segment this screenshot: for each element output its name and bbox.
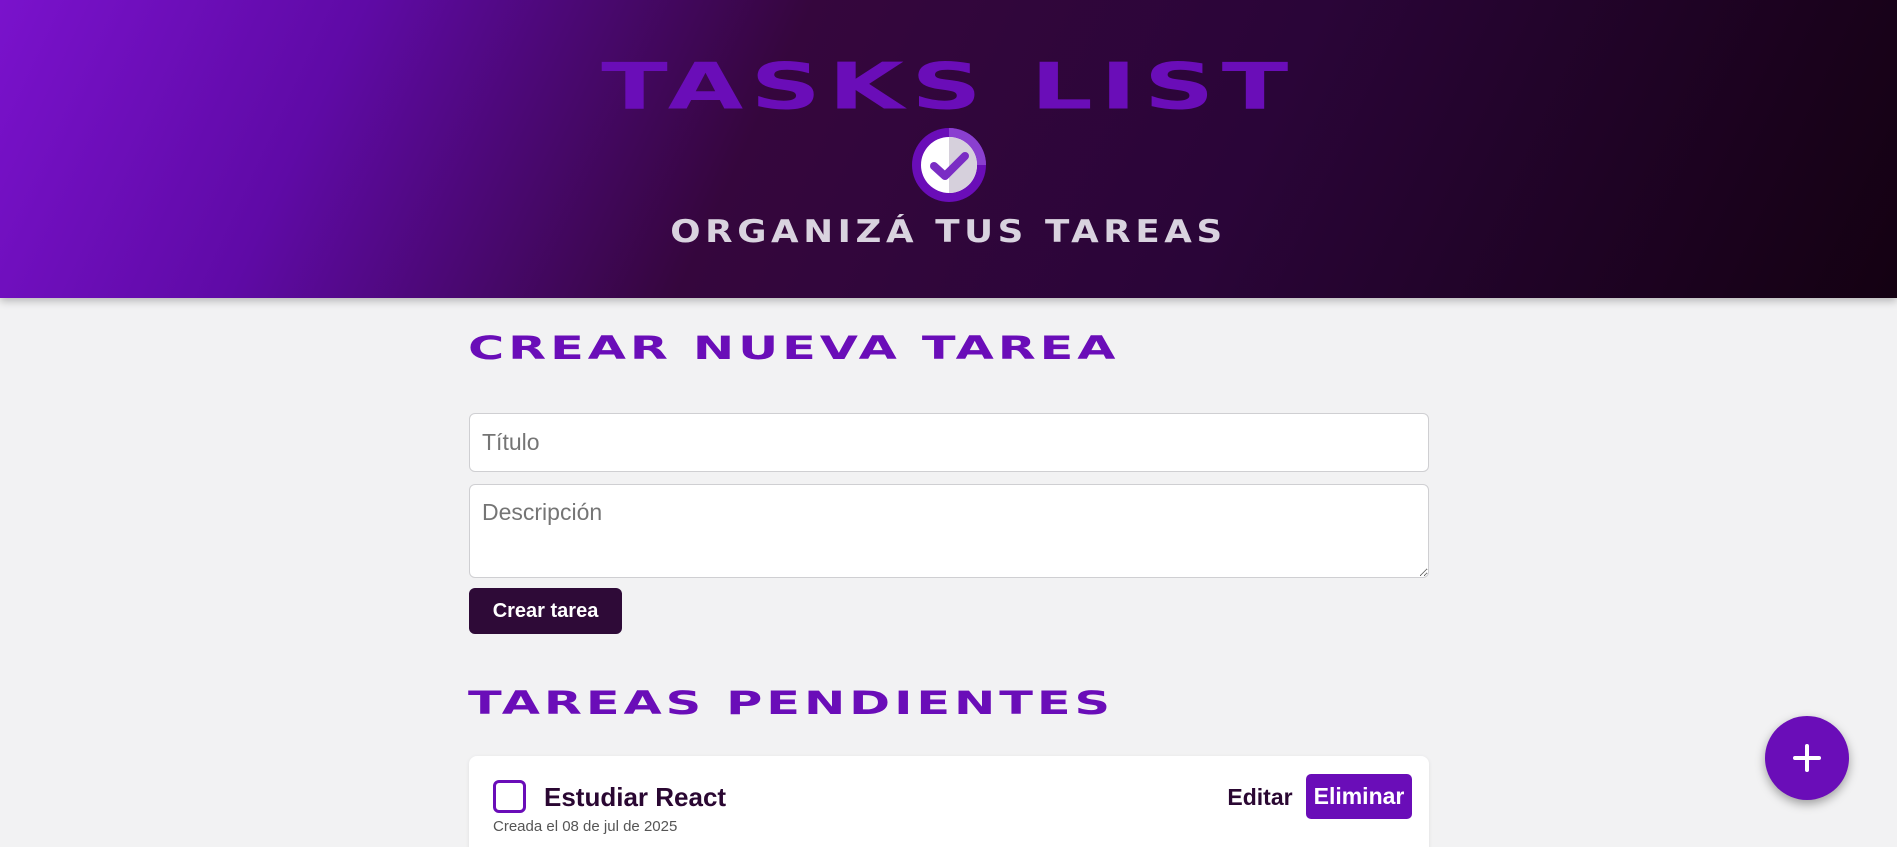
task-card: Estudiar React Creada el 08 de jul de 20… (469, 756, 1429, 847)
delete-task-button[interactable]: Eliminar (1306, 774, 1412, 819)
description-input[interactable] (469, 484, 1429, 578)
task-title: Estudiar React (544, 782, 727, 812)
task-created-date: Creada el 08 de jul de 2025 (493, 818, 678, 835)
task-complete-checkbox[interactable] (493, 780, 526, 813)
check-circle-icon (912, 128, 986, 202)
edit-task-button[interactable]: Editar (1220, 776, 1300, 819)
create-task-button[interactable]: Crear tarea (469, 588, 622, 634)
create-task-heading: CREAR NUEVA TAREA (468, 329, 1120, 367)
pending-tasks-heading: TAREAS PENDIENTES (468, 684, 1114, 722)
page-header: TASKS LIST ORGANIZÁ TUS TAREAS (0, 0, 1897, 298)
title-input[interactable] (469, 413, 1429, 472)
add-task-fab-button[interactable] (1765, 716, 1849, 800)
app-subtitle: ORGANIZÁ TUS TAREAS (670, 214, 1227, 250)
plus-icon (1793, 744, 1821, 772)
app-title: TASKS LIST (601, 50, 1296, 124)
